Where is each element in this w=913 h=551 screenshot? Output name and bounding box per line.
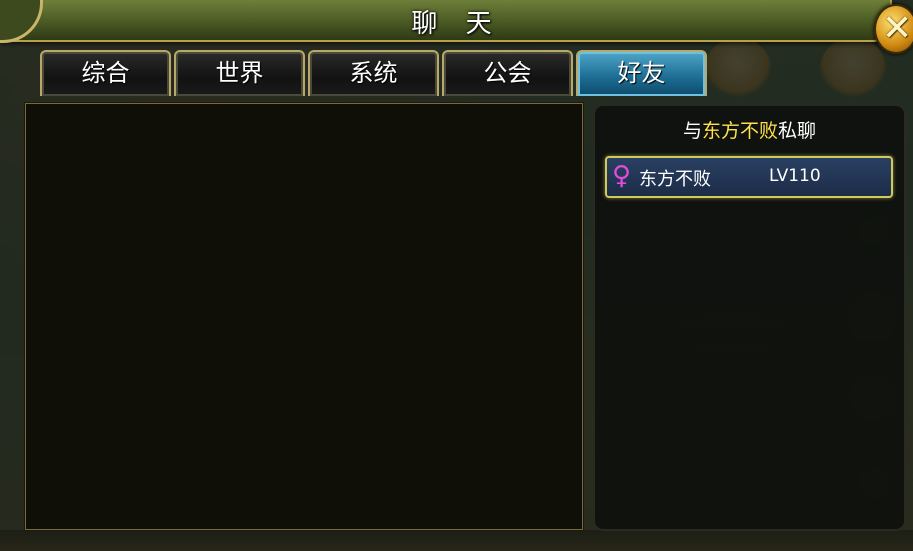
private-chat-suffix: 私聊 (778, 120, 817, 142)
chat-message-area[interactable] (25, 103, 583, 530)
tab-system[interactable]: 系统 (308, 50, 439, 96)
chat-window: 聊 天 ✕ 综合 世界 系统 公会 好友 与东方不败私聊 ♀ 东方不败 LV11… (0, 0, 913, 551)
tab-world[interactable]: 世界 (174, 50, 305, 96)
tab-general[interactable]: 综合 (40, 50, 171, 96)
friend-list-item[interactable]: ♀ 东方不败 LV110 (605, 156, 893, 198)
tab-guild[interactable]: 公会 (442, 50, 573, 96)
window-title: 聊 天 (411, 9, 502, 39)
friend-name: 东方不败 (639, 169, 711, 190)
close-button[interactable]: ✕ (874, 4, 913, 54)
private-chat-prefix: 与 (682, 120, 702, 142)
close-x-icon: ✕ (882, 8, 913, 49)
friend-panel: 与东方不败私聊 ♀ 东方不败 LV110 (593, 104, 906, 531)
female-icon: ♀ (612, 161, 632, 191)
private-chat-target: 东方不败 (701, 120, 778, 142)
tab-friends[interactable]: 好友 (576, 50, 707, 96)
friend-level: LV110 (769, 166, 821, 186)
private-chat-header: 与东方不败私聊 (595, 116, 904, 143)
